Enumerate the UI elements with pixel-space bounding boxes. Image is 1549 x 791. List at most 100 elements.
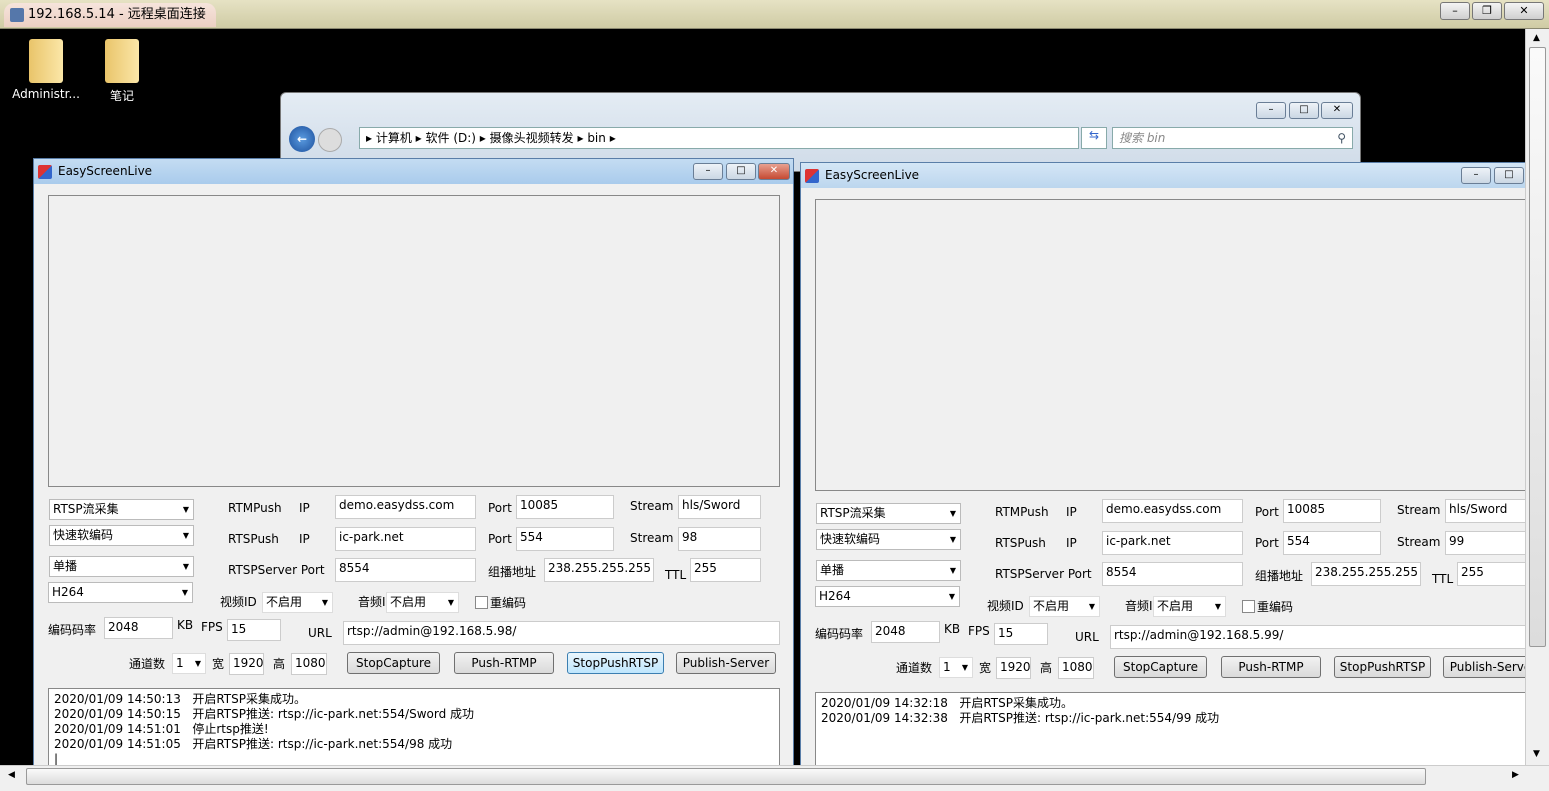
encoder-select[interactable]: 快速软编码 ▼	[49, 525, 194, 546]
explorer-minimize-button[interactable]: –	[1256, 102, 1286, 119]
fps-input[interactable]: 15	[994, 623, 1048, 645]
multicast-address-input[interactable]: 238.255.255.255	[1311, 562, 1421, 586]
codec-select[interactable]: H264 ▼	[815, 586, 960, 607]
minimize-button[interactable]: –	[1461, 167, 1491, 184]
rtsp-server-port-input[interactable]: 8554	[1102, 562, 1243, 586]
close-button[interactable]: ✕	[758, 163, 790, 180]
rtmp-stream-input[interactable]: hls/Sword	[1445, 499, 1526, 523]
minimize-button[interactable]: –	[693, 163, 723, 180]
scrollbar-thumb[interactable]	[1529, 47, 1546, 647]
stop-capture-button[interactable]: StopCapture	[347, 652, 440, 674]
reencode-label: 重编码	[1257, 600, 1294, 614]
horizontal-scrollbar[interactable]: ◀ ▶	[0, 765, 1549, 791]
rtsp-stream-label: Stream	[1397, 535, 1441, 549]
scroll-right-arrow[interactable]: ▶	[1512, 770, 1519, 780]
refresh-icon[interactable]: ⇆	[1081, 127, 1107, 149]
breadcrumb-item[interactable]: 软件 (D:)	[426, 131, 476, 145]
rtmp-ip-input[interactable]: demo.easydss.com	[335, 495, 476, 519]
rtmp-port-input[interactable]: 10085	[1283, 499, 1381, 523]
encoder-select[interactable]: 快速软编码 ▼	[816, 529, 961, 550]
search-placeholder: 搜索 bin	[1119, 131, 1166, 145]
select-value: 不启用	[390, 595, 427, 609]
chevron-down-icon: ▼	[1088, 602, 1095, 611]
log-textarea[interactable]: 2020/01/09 14:50:13 开启RTSP采集成功。 2020/01/…	[48, 688, 780, 765]
audio-id-select[interactable]: 不启用 ▼	[386, 592, 459, 613]
reencode-checkbox[interactable]	[475, 596, 488, 609]
codec-select[interactable]: H264 ▼	[48, 582, 193, 603]
scroll-left-arrow[interactable]: ◀	[8, 770, 15, 780]
rtmp-ip-input[interactable]: demo.easydss.com	[1102, 499, 1243, 523]
multicast-address-input[interactable]: 238.255.255.255	[544, 558, 654, 582]
bitrate-input[interactable]: 2048	[104, 617, 173, 639]
rtsp-port-input[interactable]: 554	[516, 527, 614, 551]
explorer-maximize-button[interactable]: □	[1289, 102, 1319, 119]
breadcrumb-item[interactable]: 计算机	[376, 131, 412, 145]
rtsp-ip-input[interactable]: ic-park.net	[1102, 531, 1243, 555]
search-icon: ⚲	[1337, 131, 1346, 145]
breadcrumb-item[interactable]: 摄像头视频转发	[490, 131, 574, 145]
chevron-down-icon: ▼	[949, 509, 956, 518]
push-rtmp-button[interactable]: Push-RTMP	[1221, 656, 1321, 678]
stop-push-rtsp-button[interactable]: StopPushRTSP	[1334, 656, 1431, 678]
scroll-up-arrow[interactable]: ▲	[1533, 33, 1540, 43]
chevron-down-icon: ▼	[182, 531, 189, 540]
rtsp-stream-input[interactable]: 99	[1445, 531, 1526, 555]
back-arrow-icon[interactable]: ←	[289, 126, 315, 152]
url-input[interactable]: rtsp://admin@192.168.5.98/	[343, 621, 780, 645]
select-value: H264	[52, 585, 84, 599]
width-label: 宽	[212, 657, 225, 671]
channel-count-select[interactable]: 1 ▼	[172, 653, 206, 674]
video-id-select[interactable]: 不启用 ▼	[262, 592, 333, 613]
fps-input[interactable]: 15	[227, 619, 281, 641]
desktop-icon-administrator[interactable]: Administr...	[6, 39, 86, 101]
scrollbar-thumb[interactable]	[26, 768, 1426, 785]
channel-count-select[interactable]: 1 ▼	[939, 657, 973, 678]
rtmp-port-input[interactable]: 10085	[516, 495, 614, 519]
reencode-checkbox[interactable]	[1242, 600, 1255, 613]
rtsp-stream-input[interactable]: 98	[678, 527, 761, 551]
rdp-minimize-button[interactable]: –	[1440, 2, 1470, 20]
search-input[interactable]: 搜索 bin ⚲	[1112, 127, 1353, 149]
rtsp-port-input[interactable]: 554	[1283, 531, 1381, 555]
publish-server-button[interactable]: Publish-Server	[1443, 656, 1526, 678]
multicast-address-label: 组播地址	[488, 565, 537, 579]
forward-arrow-icon[interactable]	[318, 128, 342, 152]
rtsp-port-label: Port	[488, 532, 512, 546]
url-input[interactable]: rtsp://admin@192.168.5.99/	[1110, 625, 1526, 649]
source-select[interactable]: RTSP流采集 ▼	[816, 503, 961, 524]
height-input[interactable]: 1080	[291, 653, 327, 675]
vertical-scrollbar[interactable]: ▲ ▼	[1525, 29, 1549, 765]
video-id-select[interactable]: 不启用 ▼	[1029, 596, 1100, 617]
rtsp-server-port-input[interactable]: 8554	[335, 558, 476, 582]
rdp-restore-button[interactable]: ❐	[1472, 2, 1502, 20]
push-rtmp-button[interactable]: Push-RTMP	[454, 652, 554, 674]
rtsp-ip-label: IP	[1066, 536, 1077, 550]
height-input[interactable]: 1080	[1058, 657, 1094, 679]
scroll-down-arrow[interactable]: ▼	[1533, 749, 1540, 759]
rtmp-stream-label: Stream	[630, 499, 674, 513]
publish-server-button[interactable]: Publish-Server	[676, 652, 776, 674]
audio-id-select[interactable]: 不启用 ▼	[1153, 596, 1226, 617]
breadcrumb-item[interactable]: bin	[587, 131, 606, 145]
stop-capture-button[interactable]: StopCapture	[1114, 656, 1207, 678]
bitrate-input[interactable]: 2048	[871, 621, 940, 643]
desktop-icon-notes[interactable]: 笔记	[82, 39, 162, 104]
log-textarea[interactable]: 2020/01/09 14:32:18 开启RTSP采集成功。 2020/01/…	[815, 692, 1526, 765]
stop-push-rtsp-button[interactable]: StopPushRTSP	[567, 652, 664, 674]
explorer-close-button[interactable]: ✕	[1321, 102, 1353, 119]
select-value: 1	[176, 656, 184, 670]
rtsp-ip-input[interactable]: ic-park.net	[335, 527, 476, 551]
cast-select[interactable]: 单播 ▼	[816, 560, 961, 581]
cast-select[interactable]: 单播 ▼	[49, 556, 194, 577]
width-input[interactable]: 1920	[996, 657, 1031, 679]
rtmp-stream-input[interactable]: hls/Sword	[678, 495, 761, 519]
source-select[interactable]: RTSP流采集 ▼	[49, 499, 194, 520]
window-title: EasyScreenLive	[58, 164, 153, 178]
rdp-close-button[interactable]: ✕	[1504, 2, 1544, 20]
width-input[interactable]: 1920	[229, 653, 264, 675]
address-bar[interactable]: ▸ 计算机 ▸ 软件 (D:) ▸ 摄像头视频转发 ▸ bin ▸	[359, 127, 1079, 149]
maximize-button[interactable]: □	[726, 163, 756, 180]
maximize-button[interactable]: □	[1494, 167, 1524, 184]
ttl-input[interactable]: 255	[1457, 562, 1526, 586]
ttl-input[interactable]: 255	[690, 558, 761, 582]
